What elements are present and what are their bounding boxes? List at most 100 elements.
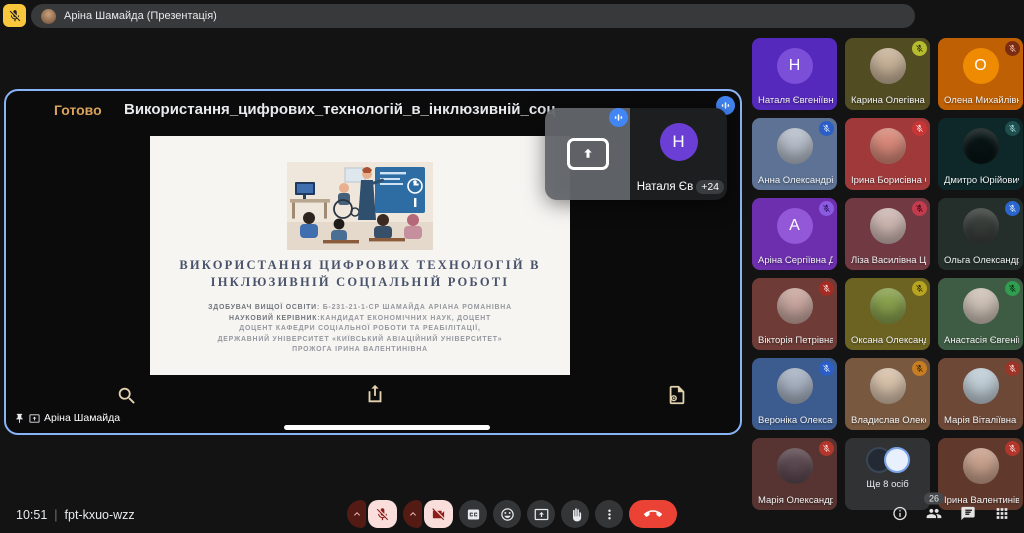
mic-off-badge <box>912 281 927 296</box>
slide-details: ЗДОБУВАЧ ВИЩОЇ ОСВІТИ: Б-231-21-1-СР ШАМ… <box>169 303 551 356</box>
presenter-name-row: Аріна Шамайда <box>14 412 120 424</box>
participant-avatar <box>963 368 999 404</box>
chevron-up-icon <box>407 508 419 520</box>
camera-toggle-button[interactable] <box>424 500 453 528</box>
mic-off-badge <box>819 121 834 136</box>
mic-off-icon <box>8 9 22 23</box>
participant-tile[interactable]: Вікторія Петрівна Н... <box>752 278 837 350</box>
participant-tile[interactable]: Вероніка Олександ... <box>752 358 837 430</box>
chat-button[interactable] <box>960 505 976 524</box>
clock: 10:51 <box>16 508 47 522</box>
participant-avatar <box>870 368 906 404</box>
mic-off-icon <box>1008 364 1017 373</box>
participant-tile[interactable]: Владислав Олекса... <box>845 358 930 430</box>
camera-control-group <box>403 500 453 528</box>
participant-avatar: О <box>963 48 999 84</box>
mic-off-badge <box>1005 441 1020 456</box>
mic-off-icon <box>915 44 924 53</box>
mic-off-badge <box>819 201 834 216</box>
participant-avatar: Н <box>777 48 813 84</box>
presenter-avatar <box>41 9 56 24</box>
participant-avatar <box>870 208 906 244</box>
participant-name: Ольга Олександрів... <box>944 255 1019 266</box>
present-screen-icon <box>567 138 609 170</box>
separator: | <box>54 508 57 522</box>
pip-overlay[interactable]: Н Наталя Єв +24 <box>545 108 727 200</box>
mic-off-icon <box>822 284 831 293</box>
participant-tile[interactable]: Ліза Василівна Цил... <box>845 198 930 270</box>
participant-tile[interactable]: Оксана Олександрі... <box>845 278 930 350</box>
share-slide-button[interactable] <box>364 383 386 408</box>
horizontal-scrollbar[interactable] <box>284 425 490 430</box>
mic-off-icon <box>1008 204 1017 213</box>
participant-avatar <box>777 288 813 324</box>
participant-name: Владислав Олекса... <box>851 415 926 426</box>
participant-tile[interactable]: Анастасія Євгеніїв... <box>938 278 1023 350</box>
participant-tile[interactable]: Н Наталя Євгеніївна Н... <box>752 38 837 110</box>
mic-off-badge <box>819 441 834 456</box>
slide-title: ВИКОРИСТАННЯ ЦИФРОВИХ ТЕХНОЛОГІЙ В ІНКЛЮ… <box>161 257 559 291</box>
chat-icon <box>960 505 976 521</box>
hand-icon <box>568 507 583 522</box>
camera-off-icon <box>431 507 446 522</box>
mic-off-icon <box>822 124 831 133</box>
captions-button[interactable] <box>459 500 487 528</box>
raise-hand-button[interactable] <box>561 500 589 528</box>
apps-grid-icon <box>994 505 1010 521</box>
mic-off-badge <box>1005 41 1020 56</box>
participant-name: Ліза Василівна Цил... <box>851 255 926 266</box>
mic-off-icon <box>915 204 924 213</box>
participant-count-badge: 26 <box>924 492 944 504</box>
presenter-name-label: Аріна Шамайда <box>44 412 120 424</box>
meeting-details-button[interactable] <box>892 505 908 524</box>
participant-avatar <box>870 48 906 84</box>
zoom-search-button[interactable] <box>116 385 138 410</box>
reactions-button[interactable] <box>493 500 521 528</box>
people-button[interactable]: 26 <box>926 505 942 524</box>
mic-off-badge <box>912 361 927 376</box>
mic-off-icon <box>822 364 831 373</box>
mic-off-icon <box>1008 284 1017 293</box>
participant-tile[interactable]: А Аріна Сергіївна Дуб... <box>752 198 837 270</box>
participant-avatar <box>963 448 999 484</box>
camera-options-chevron[interactable] <box>403 500 422 528</box>
participant-name: Вероніка Олександ... <box>758 415 833 426</box>
activities-button[interactable] <box>994 505 1010 524</box>
control-bar: 10:51 | fpt-kxuo-wzz <box>0 496 1024 533</box>
mic-off-icon <box>1008 444 1017 453</box>
muted-mic-chip[interactable] <box>3 4 26 27</box>
participant-tile[interactable]: О Олена Михайлівна ... <box>938 38 1023 110</box>
mic-off-icon <box>915 284 924 293</box>
more-avatars <box>866 447 910 473</box>
present-button[interactable] <box>527 500 555 528</box>
search-icon <box>116 385 138 407</box>
presenter-pill-label: Аріна Шамайда (Презентація) <box>64 10 217 22</box>
presenter-pill[interactable]: Аріна Шамайда (Презентація) <box>31 4 915 28</box>
participant-tile[interactable]: Марія Віталіївна Са... <box>938 358 1023 430</box>
mic-off-icon <box>915 364 924 373</box>
mic-off-badge <box>912 41 927 56</box>
participant-name: Оксана Олександрі... <box>851 335 926 346</box>
pip-speaker-tile[interactable]: Н Наталя Єв +24 <box>630 108 727 200</box>
screen-share-icon <box>29 413 40 424</box>
participant-tile[interactable]: Карина Олегівна Ф... <box>845 38 930 110</box>
pages-button[interactable] <box>666 384 688 409</box>
participant-name: Ще 8 осіб <box>845 479 930 490</box>
participant-tile[interactable]: Анна Олександрівн... <box>752 118 837 190</box>
mic-off-badge <box>1005 361 1020 376</box>
mic-off-badge <box>819 361 834 376</box>
participant-avatar <box>963 128 999 164</box>
participant-tile[interactable]: Ірина Борисівна Са... <box>845 118 930 190</box>
participant-avatar: А <box>777 208 813 244</box>
participant-name: Вікторія Петрівна Н... <box>758 335 833 346</box>
participant-tile[interactable]: Ольга Олександрів... <box>938 198 1023 270</box>
participant-avatar <box>777 448 813 484</box>
leave-call-button[interactable] <box>629 500 677 528</box>
mic-toggle-button[interactable] <box>368 500 397 528</box>
mic-options-chevron[interactable] <box>347 500 366 528</box>
more-options-button[interactable] <box>595 500 623 528</box>
participant-name: Ірина Борисівна Са... <box>851 175 926 186</box>
participant-avatar <box>963 288 999 324</box>
participant-tile[interactable]: Дмитро Юрійович ... <box>938 118 1023 190</box>
mic-off-icon <box>1008 124 1017 133</box>
